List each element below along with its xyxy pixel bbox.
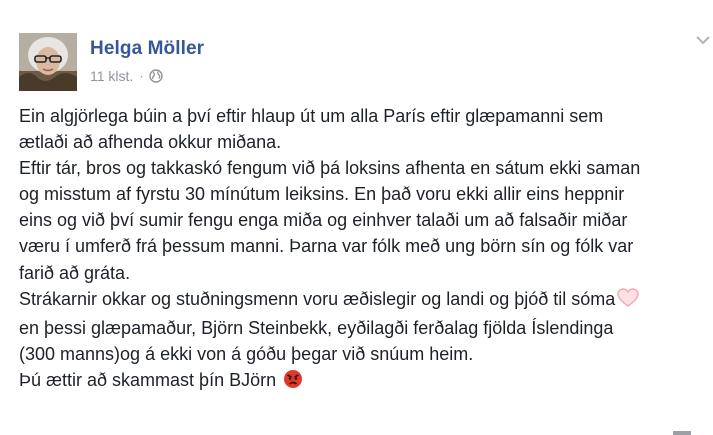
post-line: eins og við því sumir fengu enga miða og…: [19, 210, 628, 231]
post-line: Þú ættir að skammast þín BJörn: [19, 369, 277, 390]
angry-face-icon: [283, 369, 303, 396]
post-line: farið að gráta.: [19, 262, 131, 283]
post-line: væru í umferð frá þessum manni. Þarna va…: [19, 236, 634, 257]
post-meta: 11 klst. ·: [90, 68, 164, 84]
meta-separator: ·: [139, 69, 144, 83]
facebook-post: Helga Möller 11 klst. · Ein algjörlega b…: [0, 0, 713, 435]
post-line-with-emoji: Þú ættir að skammast þín BJörn: [19, 367, 709, 396]
post-line-with-heart: Strákarnir okkar og stuðningsmenn voru æ…: [19, 286, 709, 315]
post-line: en þessi glæpamaður, Björn Steinbekk, ey…: [19, 317, 614, 338]
chevron-down-icon[interactable]: [695, 33, 711, 45]
avatar[interactable]: [19, 33, 77, 91]
post-line: Eftir tár, bros og takkaskó fengum við þ…: [19, 158, 641, 179]
globe-icon[interactable]: [149, 69, 164, 83]
post-line: (300 manns)og á ekki von á góðu þegar vi…: [19, 343, 474, 364]
post-line: Ein algjörlega búin a því eftir hlaup út…: [19, 106, 604, 126]
post-body: Ein algjörlega búin a því eftir hlaup út…: [19, 103, 709, 396]
post-line: ætlaði að afhenda okkur miðana.: [19, 132, 282, 153]
post-timestamp[interactable]: 11 klst.: [90, 68, 133, 84]
post-line: og misstum af fyrstu 30 mínútum leiksins…: [19, 184, 625, 205]
pink-heart-icon: [617, 287, 640, 315]
corner-decoration: [673, 431, 691, 435]
author-name[interactable]: Helga Möller: [90, 38, 204, 60]
post-line: Strákarnir okkar og stuðningsmenn voru æ…: [19, 288, 616, 309]
